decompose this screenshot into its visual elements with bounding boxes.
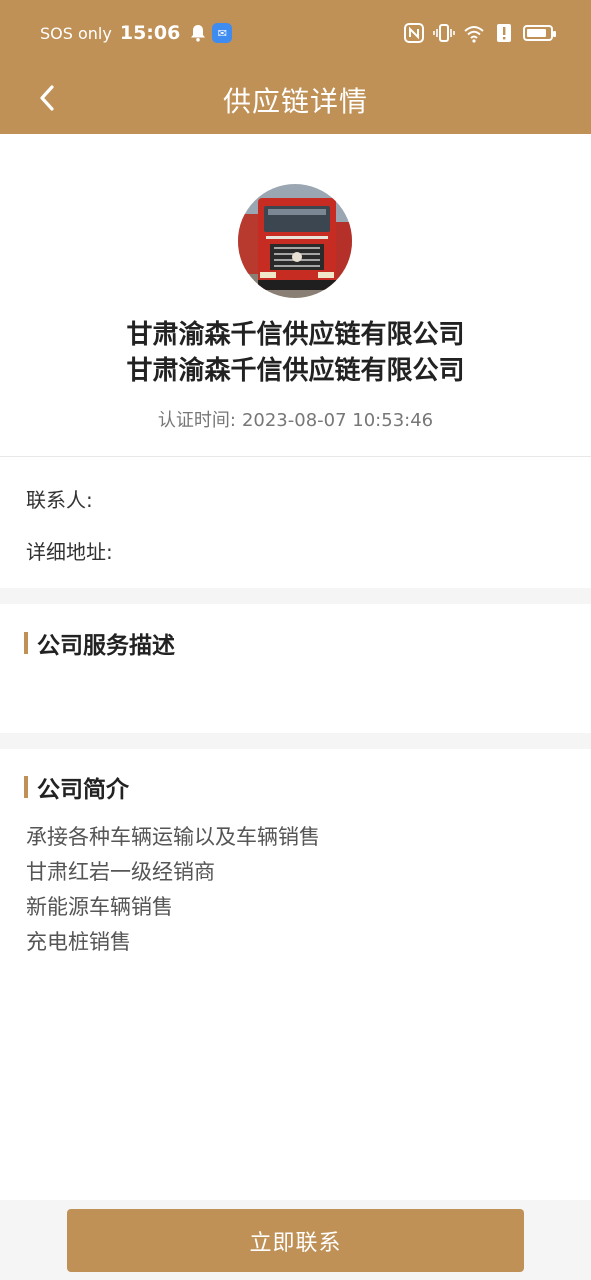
intro-line: 承接各种车辆运输以及车辆销售 — [26, 825, 320, 849]
cert-time-value: 2023-08-07 10:53:46 — [241, 410, 434, 431]
intro-line: 充电桩销售 — [26, 930, 131, 954]
status-right — [403, 20, 556, 46]
contact-now-button[interactable]: 立即联系 — [67, 1209, 524, 1272]
company-avatar — [238, 184, 352, 298]
company-profile: 甘肃渝森千信供应链有限公司 甘肃渝森千信供应链有限公司 认证时间: 2023-08… — [0, 134, 591, 457]
address-row: 详细地址: — [26, 540, 113, 564]
nfc-icon — [404, 23, 424, 43]
alert-icon — [497, 24, 511, 42]
vibrate-icon — [433, 24, 455, 42]
section-divider — [0, 588, 591, 604]
company-intro-text: 承接各种车辆运输以及车辆销售 甘肃红岩一级经销商 新能源车辆销售 充电桩销售 — [26, 820, 320, 960]
section-divider — [0, 733, 591, 749]
contact-person-row: 联系人: — [26, 488, 93, 512]
status-time: 15:06 — [119, 22, 181, 44]
footer: 立即联系 — [0, 1200, 591, 1280]
nav-bar: 供应链详情 — [0, 66, 591, 134]
battery-level — [527, 29, 546, 37]
company-name-line-2: 甘肃渝森千信供应链有限公司 — [126, 356, 465, 386]
network-status-text: SOS only — [40, 23, 112, 43]
company-intro-heading: 公司简介 — [24, 770, 129, 804]
cert-label: 认证时间: — [157, 410, 236, 431]
status-left: SOS only 15:06 ✉ — [40, 20, 233, 46]
bell-icon — [191, 25, 206, 42]
header: SOS only 15:06 ✉ 供应链详情 — [0, 0, 591, 134]
service-description-title: 公司服务描述 — [37, 633, 175, 659]
company-intro-title: 公司简介 — [37, 777, 129, 803]
company-name-line-1: 甘肃渝森千信供应链有限公司 — [126, 320, 465, 350]
page-title: 供应链详情 — [222, 85, 368, 118]
status-bar: SOS only 15:06 ✉ — [0, 0, 591, 66]
heading-accent-bar — [24, 776, 28, 798]
wifi-icon — [464, 26, 484, 43]
intro-line: 新能源车辆销售 — [26, 895, 173, 919]
app-notification-icon: ✉ — [212, 23, 233, 43]
certification-time: 认证时间: 2023-08-07 10:53:46 — [0, 406, 591, 432]
heading-accent-bar — [24, 632, 28, 654]
intro-line: 甘肃红岩一级经销商 — [26, 860, 215, 884]
service-description-heading: 公司服务描述 — [24, 626, 175, 660]
truck-image — [238, 184, 352, 298]
battery-icon — [523, 25, 556, 41]
